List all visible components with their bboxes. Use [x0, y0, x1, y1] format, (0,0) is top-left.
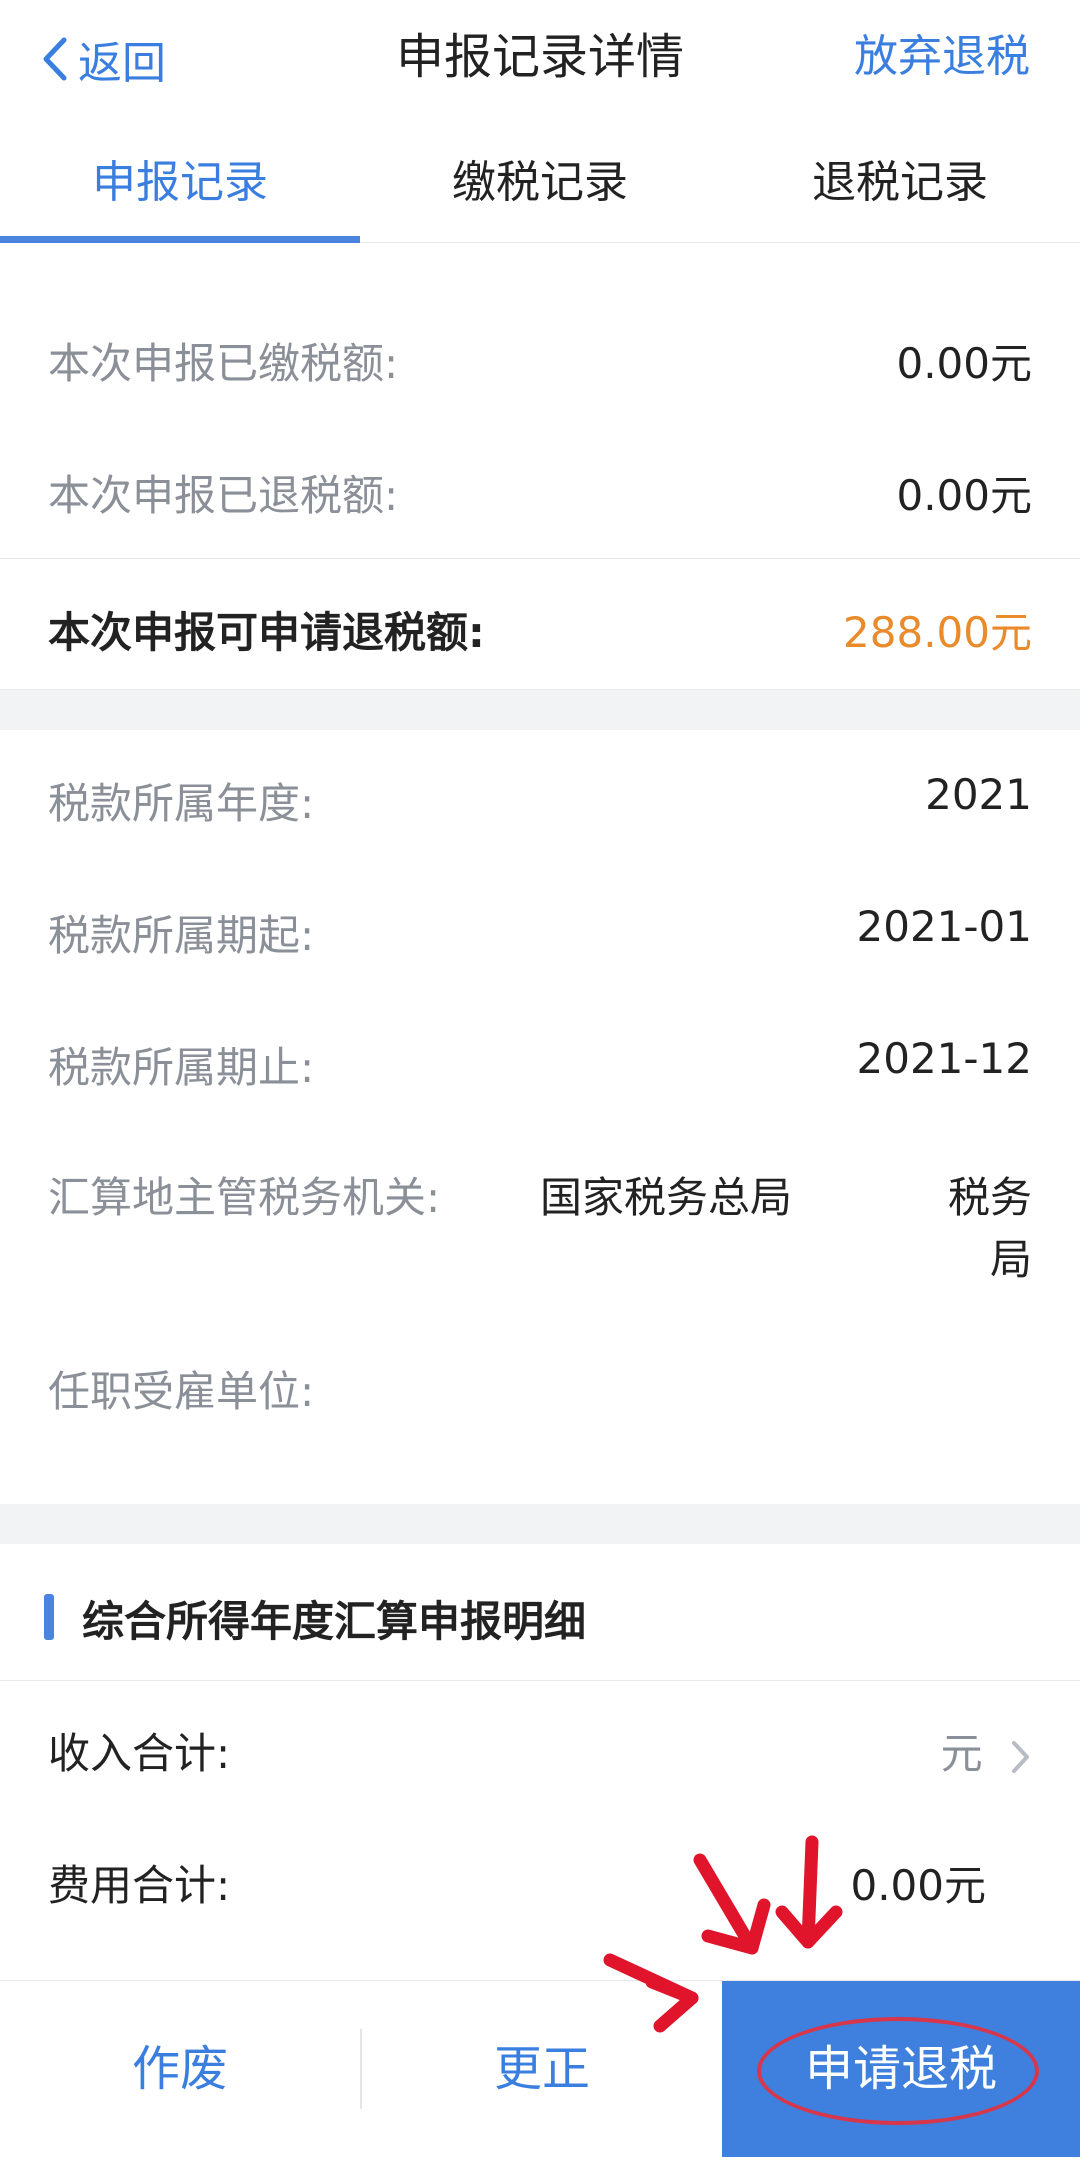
correct-button[interactable]: 更正	[362, 1981, 722, 2157]
detail-value: 2021-01	[856, 902, 1033, 951]
detail-label: 本次申报已退税额:	[48, 471, 399, 520]
detail-value: 2021-12	[856, 1034, 1033, 1083]
expense-label: 费用合计:	[48, 1861, 231, 1910]
expense-total-row: 费用合计: 0.00元	[0, 1852, 1080, 1912]
detail-row-refunded: 本次申报已退税额: 0.00元	[0, 462, 1080, 522]
refundable-value: 288.00元	[843, 608, 1032, 657]
tab-declaration-records[interactable]: 申报记录	[0, 118, 360, 243]
nav-header: 返回 申报记录详情 放弃退税	[0, 0, 1080, 119]
detail-value: 0.00元	[896, 339, 1032, 388]
detail-label: 汇算地主管税务机关:	[48, 1173, 441, 1222]
detail-label: 税款所属期起:	[48, 911, 315, 960]
detail-row-paid: 本次申报已缴税额: 0.00元	[0, 330, 1080, 390]
give-up-refund-button[interactable]: 放弃退税	[854, 22, 1030, 92]
authority-value-part: 国家税务总局	[540, 1173, 793, 1222]
detail-row-employer: 任职受雇单位:	[0, 1358, 1080, 1418]
expense-value: 0.00元	[850, 1861, 986, 1910]
void-button[interactable]: 作废	[0, 1981, 360, 2157]
tab-label: 缴税记录	[452, 157, 628, 208]
detail-label: 本次申报已缴税额:	[48, 339, 399, 388]
detail-row-tax-authority: 汇算地主管税务机关: 国家税务总局 税务 局	[0, 1164, 1080, 1294]
section-gap	[0, 690, 1080, 730]
detail-row-period-start: 税款所属期起: 2021-01	[0, 902, 1080, 962]
tab-bar: 申报记录 缴税记录 退税记录	[0, 118, 1080, 243]
authority-value-part: 局	[989, 1235, 1032, 1284]
detail-value: 0.00元	[896, 471, 1032, 520]
section-divider	[0, 1680, 1080, 1681]
tab-payment-records[interactable]: 缴税记录	[360, 118, 720, 242]
scrolled-row-fragment	[0, 242, 1080, 262]
section-gap	[0, 1504, 1080, 1544]
detail-value: 2021	[925, 770, 1032, 819]
chevron-right-icon	[1012, 1740, 1029, 1773]
section-title-text: 综合所得年度汇算申报明细	[82, 1597, 587, 1646]
authority-value-part: 税务	[947, 1173, 1032, 1222]
tab-label: 退税记录	[812, 157, 988, 208]
detail-label: 任职受雇单位:	[48, 1367, 315, 1416]
annotation-circle	[757, 2017, 1039, 2125]
tab-label: 申报记录	[92, 157, 268, 208]
detail-label: 税款所属年度:	[48, 779, 315, 828]
income-value-text: 元	[940, 1729, 983, 1778]
tab-refund-records[interactable]: 退税记录	[720, 118, 1080, 242]
detail-row-period-end: 税款所属期止: 2021-12	[0, 1034, 1080, 1094]
income-value: 元	[941, 1720, 1032, 1781]
detail-row-year: 税款所属年度: 2021	[0, 770, 1080, 830]
detail-label: 税款所属期止:	[48, 1043, 315, 1092]
income-total-row[interactable]: 收入合计: 元	[0, 1720, 1080, 1780]
income-label: 收入合计:	[48, 1729, 231, 1778]
refundable-amount-row: 本次申报可申请退税额: 288.00元	[0, 558, 1080, 690]
section-title: 综合所得年度汇算申报明细	[48, 1588, 586, 1649]
refundable-label: 本次申报可申请退税额:	[48, 608, 485, 657]
